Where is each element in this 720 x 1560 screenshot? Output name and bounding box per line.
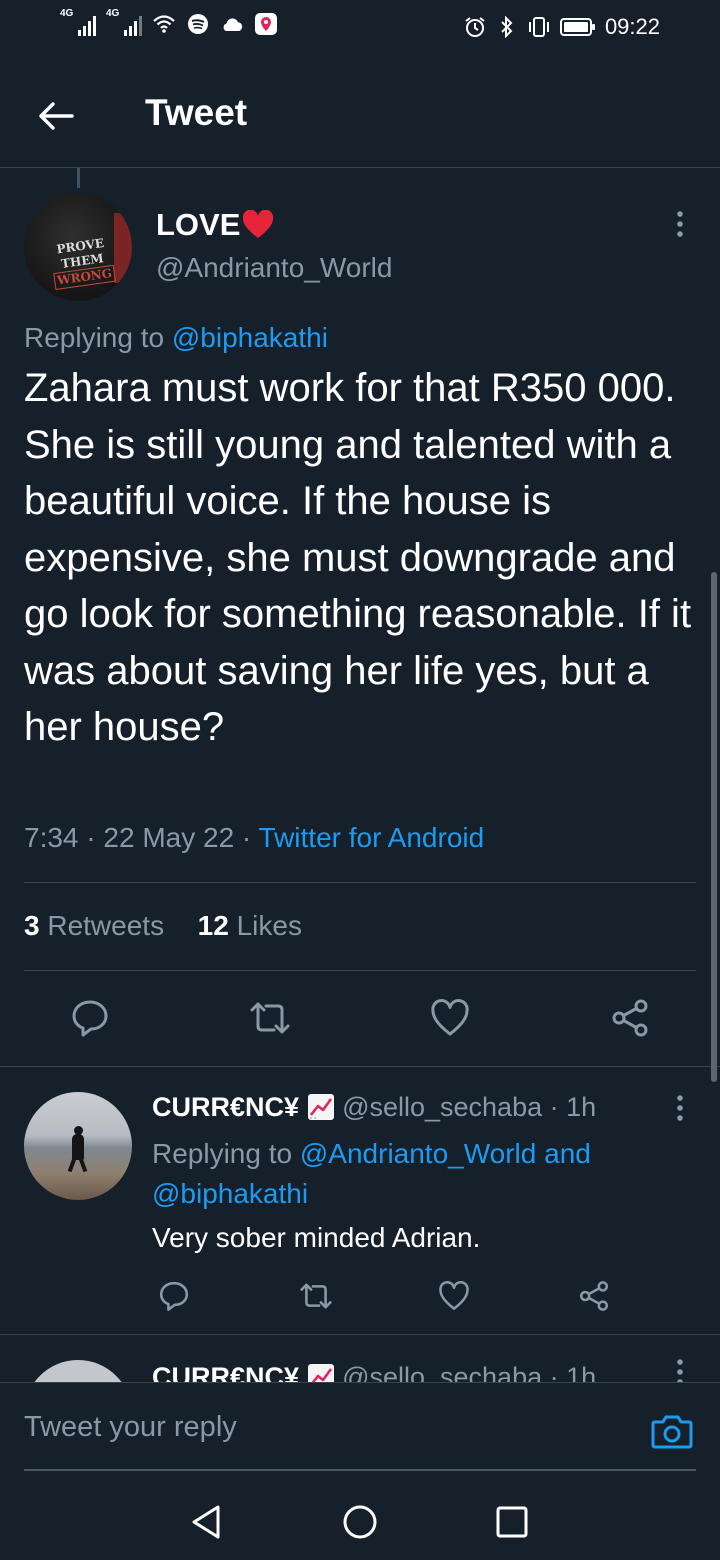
share-icon <box>612 999 648 1037</box>
page-title: Tweet <box>145 92 248 133</box>
retweet-icon <box>300 1283 332 1309</box>
signal-icon: 4G <box>60 8 96 36</box>
triangle-back-icon <box>192 1505 220 1539</box>
status-bar: 4G 4G 09:22 <box>0 0 720 58</box>
tweet-time: 7:34 <box>24 822 79 853</box>
reply-more-options-button[interactable] <box>664 1092 696 1124</box>
heart-icon <box>439 1281 469 1310</box>
wifi-icon <box>152 12 176 36</box>
signal-icon-2: 4G <box>106 8 142 36</box>
thread-connector <box>77 168 80 188</box>
next-reply-age: 1h <box>566 1362 597 1382</box>
next-reply-author-handle[interactable]: @sello_sechaba <box>342 1362 542 1382</box>
reply-avatar[interactable] <box>24 1092 132 1200</box>
reply-composer: Tweet your reply <box>0 1382 720 1472</box>
more-vertical-icon <box>677 1359 683 1382</box>
tweet-stats: 3 Retweets 12 Likes <box>24 910 302 942</box>
spotify-icon <box>186 12 210 36</box>
status-time: 09:22 <box>604 14 660 39</box>
circle-home-icon <box>343 1505 377 1539</box>
battery-icon <box>559 15 597 39</box>
tweet-text: Zahara must work for that R350 000. She … <box>24 366 692 749</box>
like-button[interactable] <box>428 996 472 1040</box>
author-handle[interactable]: @Andrianto_World <box>156 252 392 284</box>
back-button[interactable] <box>28 88 84 144</box>
tweet-date: 22 May 22 <box>103 822 235 853</box>
divider <box>24 882 696 883</box>
reply-button[interactable] <box>68 996 112 1040</box>
composer-underline <box>24 1469 696 1471</box>
status-bar-right: 09:22 <box>463 14 660 40</box>
retweet-button[interactable] <box>248 996 292 1040</box>
more-vertical-icon <box>677 211 683 237</box>
replying-to: Replying to @biphakathi <box>24 322 328 353</box>
system-nav-bar <box>0 1480 720 1560</box>
retweet-button[interactable] <box>294 1274 338 1318</box>
divider <box>24 970 696 971</box>
chart-increasing-emoji-icon <box>307 1094 334 1120</box>
reply-header: CURR€NC¥ @sello_sechaba · 1h <box>152 1092 597 1122</box>
share-button[interactable] <box>572 1274 616 1318</box>
alarm-icon <box>463 15 487 39</box>
tweet-actions <box>0 994 720 1044</box>
reply-replying-to: Replying to @Andrianto_World and @biphak… <box>152 1138 591 1209</box>
camera-button[interactable] <box>650 1409 694 1453</box>
tweet-source-link[interactable]: Twitter for Android <box>259 822 485 853</box>
share-icon <box>579 1281 609 1311</box>
divider <box>0 1066 720 1067</box>
next-reply-avatar[interactable] <box>24 1360 132 1382</box>
app-header: Tweet <box>0 58 720 168</box>
reply-input[interactable]: Tweet your reply <box>24 1411 237 1444</box>
square-recents-icon <box>496 1506 528 1538</box>
reply-text: Very sober minded Adrian. <box>152 1222 481 1253</box>
next-reply-header: CURR€NC¥ @sello_sechaba · 1h <box>152 1362 596 1382</box>
more-options-button[interactable] <box>664 208 696 240</box>
reply-author-handle[interactable]: @sello_sechaba <box>342 1092 542 1122</box>
chart-increasing-emoji-icon <box>307 1364 334 1382</box>
reply-icon <box>72 1000 108 1037</box>
location-app-icon <box>254 12 278 36</box>
retweet-icon <box>250 1002 290 1034</box>
retweets-stat[interactable]: 3 Retweets <box>24 910 164 941</box>
avatar[interactable]: PROVE THEM WRONG <box>24 193 132 301</box>
reply-author-name[interactable]: CURR€NC¥ <box>152 1092 299 1122</box>
author-name[interactable]: LOVE <box>156 207 274 243</box>
nav-home-button[interactable] <box>336 1498 384 1546</box>
avatar-logo-text: PROVE THEM WRONG <box>49 235 117 291</box>
next-reply[interactable]: CURR€NC¥ @sello_sechaba · 1h <box>0 1336 720 1382</box>
nav-back-button[interactable] <box>182 1498 230 1546</box>
camera-icon <box>651 1415 693 1449</box>
status-bar-left: 4G 4G <box>60 8 278 36</box>
next-reply-author-name[interactable]: CURR€NC¥ <box>152 1362 299 1382</box>
divider <box>0 1334 720 1335</box>
next-reply-more-options-button[interactable] <box>664 1356 696 1382</box>
likes-stat[interactable]: 12 Likes <box>198 910 302 941</box>
tweet-meta: 7:34 · 22 May 22 · Twitter for Android <box>24 822 485 853</box>
like-button[interactable] <box>432 1274 476 1318</box>
cloud-icon <box>220 12 244 36</box>
share-button[interactable] <box>608 996 652 1040</box>
network-type-1: 4G <box>60 8 74 19</box>
reply-age: 1h <box>566 1092 597 1122</box>
heart-emoji-icon <box>243 210 274 238</box>
arrow-left-icon <box>39 102 74 130</box>
mention-link[interactable]: @biphakathi <box>172 322 328 353</box>
reply-actions <box>0 1274 720 1318</box>
heart-icon <box>431 999 469 1036</box>
more-vertical-icon <box>677 1095 683 1121</box>
bluetooth-icon <box>495 15 519 39</box>
scrollbar[interactable] <box>711 572 717 1082</box>
reply-button[interactable] <box>152 1274 196 1318</box>
vibrate-icon <box>527 15 551 39</box>
reply-icon <box>159 1281 189 1311</box>
nav-recents-button[interactable] <box>488 1498 536 1546</box>
network-type-2: 4G <box>106 8 120 19</box>
